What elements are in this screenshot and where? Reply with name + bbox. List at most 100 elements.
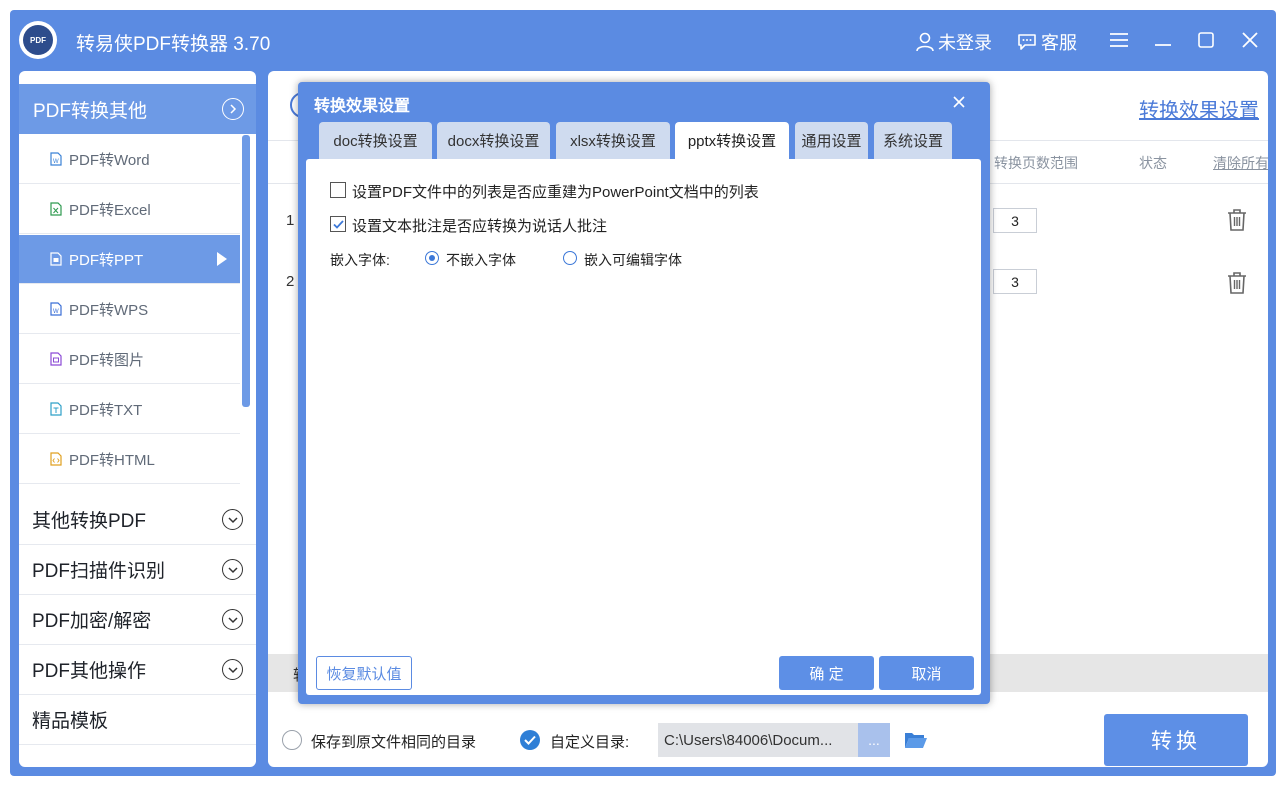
chevron-down-circle-icon bbox=[222, 659, 243, 680]
title-bar: PDF 转易侠PDF转换器 3.70 未登录 客服 bbox=[10, 10, 1276, 70]
sidebar-item-pdf-to-excel[interactable]: PDF转Excel bbox=[19, 185, 240, 234]
sidebar-item-pdf-to-wps[interactable]: W PDF转WPS bbox=[19, 285, 240, 334]
convert-button[interactable]: 转换 bbox=[1104, 714, 1248, 766]
page-range-input[interactable]: 3 bbox=[993, 208, 1037, 233]
trash-icon[interactable] bbox=[1226, 208, 1248, 232]
output-path-field[interactable]: C:\Users\84006\Docum... bbox=[658, 723, 858, 757]
ppt-file-icon bbox=[50, 252, 62, 266]
browse-path-button[interactable]: ... bbox=[858, 723, 890, 757]
chevron-right-circle-icon bbox=[222, 98, 244, 120]
wps-file-icon: W bbox=[50, 302, 62, 316]
row-index: 2 bbox=[286, 273, 295, 290]
tab-xlsx-settings[interactable]: xlsx转换设置 bbox=[556, 122, 670, 159]
sidebar-item-label: PDF转PPT bbox=[69, 251, 144, 269]
customer-service-button[interactable]: 客服 bbox=[1017, 29, 1077, 55]
clear-all-link[interactable]: 清除所有 bbox=[1213, 153, 1268, 173]
row-index: 1 bbox=[286, 212, 295, 229]
chevron-down-circle-icon bbox=[222, 559, 243, 580]
chevron-down-circle-icon bbox=[222, 509, 243, 530]
svg-text:W: W bbox=[53, 159, 59, 165]
page-range-input[interactable]: 3 bbox=[993, 269, 1037, 294]
chat-icon bbox=[1018, 34, 1036, 50]
column-status: 状态 bbox=[1139, 155, 1167, 171]
sidebar-item-pdf-to-txt[interactable]: PDF转TXT bbox=[19, 385, 240, 434]
category-label: PDF其他操作 bbox=[32, 661, 147, 682]
custom-dir-radio[interactable] bbox=[520, 730, 540, 750]
html-file-icon bbox=[50, 452, 62, 466]
category-label: 精品模板 bbox=[32, 711, 109, 732]
cancel-button[interactable]: 取消 bbox=[879, 656, 974, 690]
convert-annotations-checkbox[interactable] bbox=[330, 216, 346, 232]
login-label: 未登录 bbox=[938, 33, 992, 53]
tab-pptx-settings[interactable]: pptx转换设置 bbox=[675, 122, 789, 159]
save-same-dir-radio[interactable] bbox=[282, 730, 302, 750]
sidebar-category-pdf-scan-ocr[interactable]: PDF扫描件识别 bbox=[19, 545, 256, 595]
embed-font-label: 嵌入字体: bbox=[330, 252, 390, 268]
sidebar-category-pdf-encrypt-decrypt[interactable]: PDF加密/解密 bbox=[19, 595, 256, 645]
embed-editable-font-label: 嵌入可编辑字体 bbox=[584, 252, 682, 268]
embed-editable-font-radio[interactable] bbox=[563, 251, 577, 265]
login-button[interactable]: 未登录 bbox=[916, 29, 992, 55]
image-file-icon bbox=[50, 352, 62, 366]
maximize-icon bbox=[1198, 32, 1214, 48]
trash-icon[interactable] bbox=[1226, 271, 1248, 295]
sidebar-item-label: PDF转Excel bbox=[69, 201, 151, 219]
sidebar: PDF转换其他 W PDF转Word PDF转Excel PDF转PPT W P… bbox=[19, 71, 256, 767]
service-label: 客服 bbox=[1041, 33, 1077, 53]
app-logo: PDF bbox=[19, 21, 57, 59]
category-label: 其他转换PDF bbox=[32, 511, 147, 532]
sidebar-item-label: PDF转HTML bbox=[69, 451, 155, 469]
tab-general-settings[interactable]: 通用设置 bbox=[795, 122, 868, 159]
conversion-settings-link[interactable]: 转换效果设置 bbox=[1139, 94, 1259, 123]
close-button[interactable] bbox=[1238, 28, 1262, 52]
sidebar-item-label: PDF转Word bbox=[69, 151, 150, 169]
user-icon bbox=[916, 32, 934, 52]
sidebar-header-label: PDF转换其他 bbox=[33, 100, 148, 122]
sidebar-item-pdf-to-html[interactable]: PDF转HTML bbox=[19, 435, 240, 484]
checkmark-icon bbox=[332, 219, 344, 229]
triangle-right-icon bbox=[217, 252, 227, 266]
sidebar-item-pdf-to-ppt[interactable]: PDF转PPT bbox=[19, 235, 240, 284]
dialog-title: 转换效果设置 bbox=[314, 98, 411, 115]
app-title: 转易侠PDF转换器 3.70 bbox=[76, 34, 271, 55]
app-logo-mark: PDF bbox=[23, 25, 53, 55]
word-file-icon: W bbox=[50, 152, 62, 166]
excel-file-icon bbox=[50, 202, 62, 216]
no-embed-font-radio[interactable] bbox=[425, 251, 439, 265]
sidebar-item-label: PDF转TXT bbox=[69, 401, 143, 419]
minimize-icon bbox=[1155, 44, 1171, 46]
close-icon bbox=[1242, 32, 1258, 48]
rebuild-lists-label: 设置PDF文件中的列表是否应重建为PowerPoint文档中的列表 bbox=[352, 184, 759, 201]
radio-selected-dot bbox=[429, 255, 435, 261]
maximize-button[interactable] bbox=[1194, 28, 1218, 52]
open-folder-icon[interactable] bbox=[904, 730, 928, 750]
tab-system-settings[interactable]: 系统设置 bbox=[874, 122, 952, 159]
sidebar-item-label: PDF转WPS bbox=[69, 301, 149, 319]
sidebar-header-pdf-convert-other[interactable]: PDF转换其他 bbox=[19, 84, 256, 134]
sidebar-scrollbar[interactable] bbox=[242, 135, 250, 407]
category-label: PDF扫描件识别 bbox=[32, 561, 166, 582]
tab-docx-settings[interactable]: docx转换设置 bbox=[437, 122, 550, 159]
sidebar-item-pdf-to-image[interactable]: PDF转图片 bbox=[19, 335, 240, 384]
menu-button[interactable] bbox=[1107, 28, 1131, 52]
category-label: PDF加密/解密 bbox=[32, 611, 152, 632]
sidebar-category-other-to-pdf[interactable]: 其他转换PDF bbox=[19, 495, 256, 545]
svg-text:W: W bbox=[53, 309, 59, 315]
sidebar-category-templates[interactable]: 精品模板 bbox=[19, 695, 256, 745]
tab-doc-settings[interactable]: doc转换设置 bbox=[319, 122, 432, 159]
ok-button[interactable]: 确 定 bbox=[779, 656, 874, 690]
sidebar-item-pdf-to-word[interactable]: W PDF转Word bbox=[19, 135, 240, 184]
custom-dir-label: 自定义目录: bbox=[550, 734, 630, 751]
minimize-button[interactable] bbox=[1151, 28, 1175, 52]
dialog-body: 设置PDF文件中的列表是否应重建为PowerPoint文档中的列表 设置文本批注… bbox=[306, 159, 981, 695]
dialog-close-icon[interactable] bbox=[952, 95, 966, 109]
txt-file-icon bbox=[50, 402, 62, 416]
column-page-range: 转换页数范围 bbox=[994, 155, 1078, 171]
chevron-down-circle-icon bbox=[222, 609, 243, 630]
sidebar-category-pdf-other-operations[interactable]: PDF其他操作 bbox=[19, 645, 256, 695]
restore-defaults-button[interactable]: 恢复默认值 bbox=[316, 656, 412, 690]
convert-annotations-label: 设置文本批注是否应转换为说话人批注 bbox=[352, 218, 608, 235]
sidebar-item-label: PDF转图片 bbox=[69, 351, 145, 369]
hamburger-icon bbox=[1110, 33, 1128, 47]
rebuild-lists-checkbox[interactable] bbox=[330, 182, 346, 198]
